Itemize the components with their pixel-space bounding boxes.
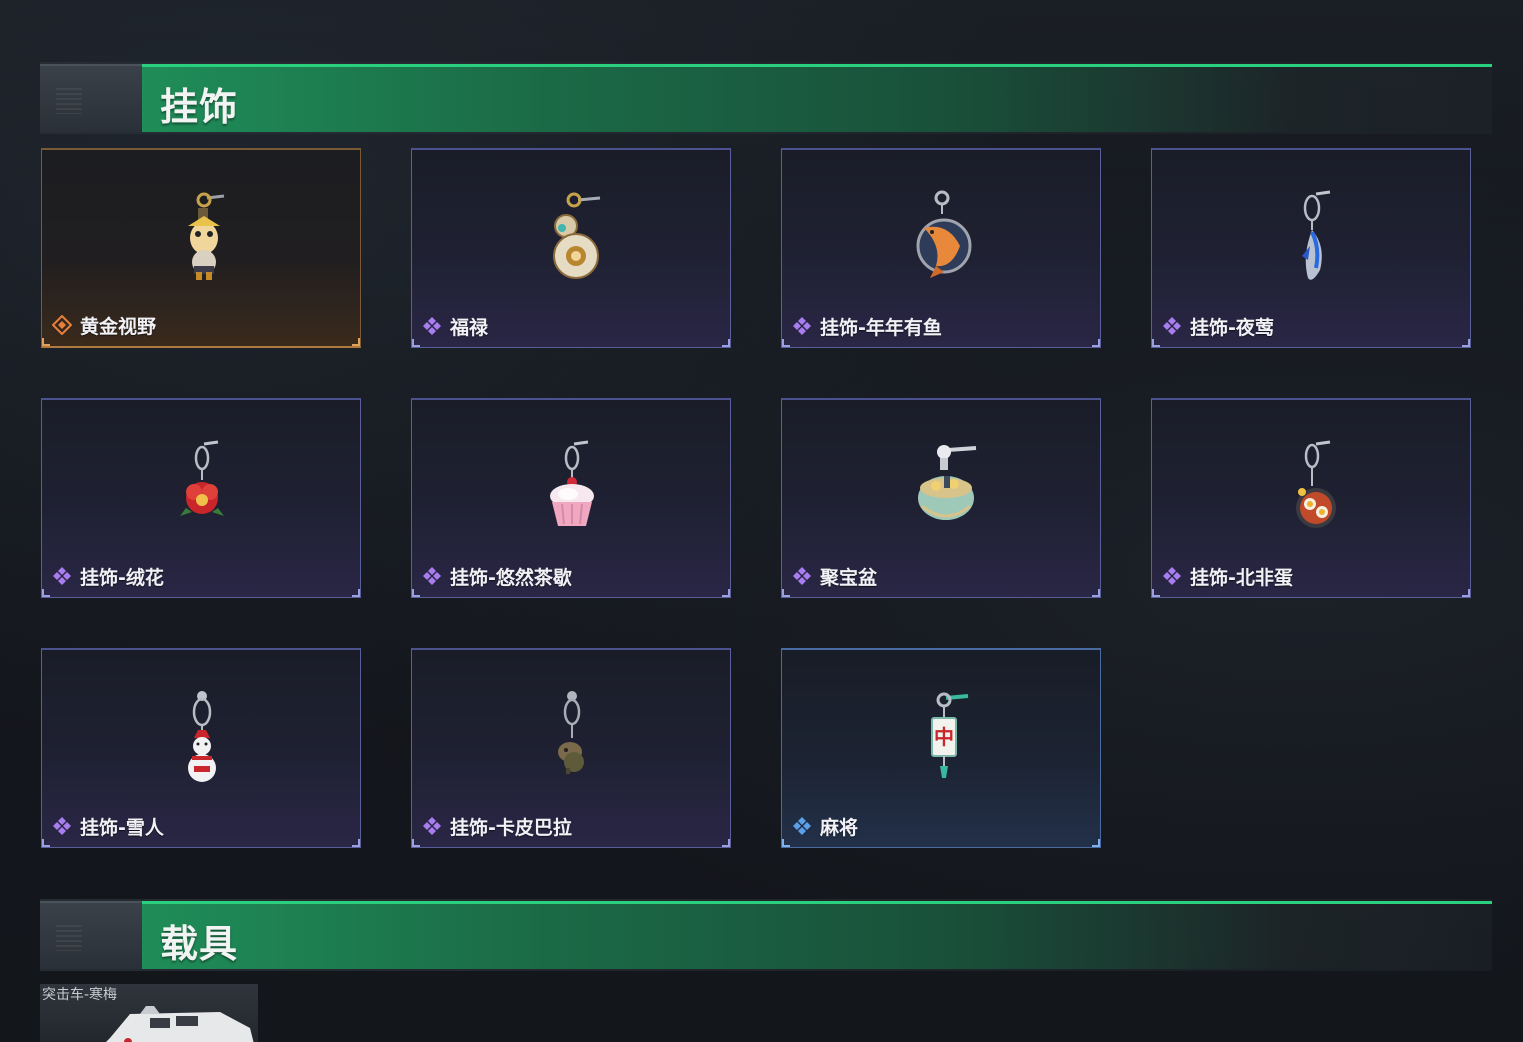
item-name: 挂饰-年年有鱼 xyxy=(820,316,942,339)
card-corner xyxy=(352,589,360,597)
capybara-pendant-icon xyxy=(558,691,584,774)
rarity-gem-purple-icon xyxy=(53,817,71,835)
section-header-stub xyxy=(40,901,142,969)
item-name: 挂饰-北非蛋 xyxy=(1190,566,1293,589)
item-label: 挂饰-悠然茶歇 xyxy=(422,563,572,589)
card-corner xyxy=(412,839,420,847)
item-name: 福禄 xyxy=(450,316,489,339)
section-header-stub xyxy=(40,64,142,132)
card-corner xyxy=(722,839,730,847)
gourd-pendant-icon xyxy=(553,192,601,279)
rarity-gem-blue-icon xyxy=(793,817,811,835)
rarity-gem-purple-icon xyxy=(53,567,71,585)
item-card[interactable]: 挂饰-雪人 xyxy=(41,648,361,848)
item-card[interactable]: 挂饰-北非蛋 xyxy=(1151,398,1471,598)
cupcake-pendant-icon xyxy=(550,440,594,526)
card-corner xyxy=(412,339,420,347)
rarity-gem-purple-icon xyxy=(423,817,441,835)
item-label: 挂饰-年年有鱼 xyxy=(792,313,942,339)
item-label: 挂饰-绒花 xyxy=(52,563,164,589)
card-corner xyxy=(42,589,50,597)
item-card[interactable]: 聚宝盆 xyxy=(781,398,1101,598)
section-header-band xyxy=(142,901,1492,969)
item-label: 挂饰-夜莺 xyxy=(1162,313,1274,339)
card-corner xyxy=(412,589,420,597)
card-corner xyxy=(1152,339,1160,347)
item-label: 挂饰-雪人 xyxy=(52,813,164,839)
item-name: 黄金视野 xyxy=(80,315,157,338)
item-label: 黄金视野 xyxy=(52,312,156,338)
item-name: 挂饰-夜莺 xyxy=(1190,316,1274,339)
mahjong-tile-pendant-icon: 中 xyxy=(931,692,969,778)
card-corner xyxy=(42,338,50,346)
nightingale-feather-pendant-icon xyxy=(1302,190,1331,280)
section-header-pendants: 挂饰 xyxy=(40,62,1492,134)
shakshuka-pan-pendant-icon xyxy=(1296,440,1336,528)
item-card[interactable]: 黄金视野 xyxy=(41,148,361,348)
item-name: 麻将 xyxy=(820,816,859,839)
item-card[interactable]: 挂饰-绒花 xyxy=(41,398,361,598)
item-label: 挂饰-卡皮巴拉 xyxy=(422,813,572,839)
card-corner xyxy=(1462,339,1470,347)
item-label: 福禄 xyxy=(422,313,488,339)
treasure-bowl-pendant-icon xyxy=(918,445,977,520)
item-name: 挂饰-绒花 xyxy=(80,566,164,589)
item-label: 聚宝盆 xyxy=(792,563,877,589)
card-corner xyxy=(1462,589,1470,597)
golden-knight-pendant-icon xyxy=(188,192,225,280)
item-name: 挂饰-雪人 xyxy=(80,816,164,839)
fish-pendant-icon xyxy=(916,190,972,278)
item-name: 挂饰-卡皮巴拉 xyxy=(450,816,572,839)
rarity-gem-purple-icon xyxy=(1163,317,1181,335)
card-corner xyxy=(722,339,730,347)
item-card[interactable]: 挂饰-悠然茶歇 xyxy=(411,398,731,598)
card-corner xyxy=(782,839,790,847)
card-corner xyxy=(352,338,360,346)
rarity-gem-purple-icon xyxy=(793,567,811,585)
card-corner xyxy=(1092,839,1100,847)
section-title: 载具 xyxy=(160,922,239,966)
card-corner xyxy=(352,839,360,847)
velvet-flower-pendant-icon xyxy=(180,440,224,516)
snowman-pendant-icon xyxy=(188,691,216,782)
section-title: 挂饰 xyxy=(160,85,239,129)
rarity-gem-purple-icon xyxy=(793,317,811,335)
page: 挂饰 黄金视野 福禄 挂饰-年年有鱼 挂饰-夜莺 挂饰-绒花 挂饰-悠然茶歇 聚… xyxy=(0,0,1523,1042)
item-card[interactable]: 挂饰-夜莺 xyxy=(1151,148,1471,348)
rarity-gem-purple-icon xyxy=(423,567,441,585)
item-card[interactable]: 中 麻将 xyxy=(781,648,1101,848)
card-corner xyxy=(42,839,50,847)
card-corner xyxy=(722,589,730,597)
item-card[interactable]: 挂饰-卡皮巴拉 xyxy=(411,648,731,848)
card-corner xyxy=(1092,589,1100,597)
card-corner xyxy=(1152,589,1160,597)
vehicle-card[interactable]: 突击车-寒梅 xyxy=(40,984,258,1042)
item-name: 聚宝盆 xyxy=(820,566,878,589)
section-header-vehicles: 载具 xyxy=(40,899,1492,971)
rarity-gem-purple-icon xyxy=(1163,567,1181,585)
item-card[interactable]: 福禄 xyxy=(411,148,731,348)
item-label: 挂饰-北非蛋 xyxy=(1162,563,1293,589)
assault-vehicle-icon xyxy=(106,1006,254,1042)
item-card[interactable]: 挂饰-年年有鱼 xyxy=(781,148,1101,348)
card-corner xyxy=(782,339,790,347)
rarity-gem-gold-icon xyxy=(52,315,72,335)
card-corner xyxy=(782,589,790,597)
mahjong-char: 中 xyxy=(934,725,954,749)
section-header-band xyxy=(142,64,1492,132)
item-label: 麻将 xyxy=(792,813,858,839)
item-name: 挂饰-悠然茶歇 xyxy=(450,566,572,589)
card-corner xyxy=(1092,339,1100,347)
rarity-gem-purple-icon xyxy=(423,317,441,335)
